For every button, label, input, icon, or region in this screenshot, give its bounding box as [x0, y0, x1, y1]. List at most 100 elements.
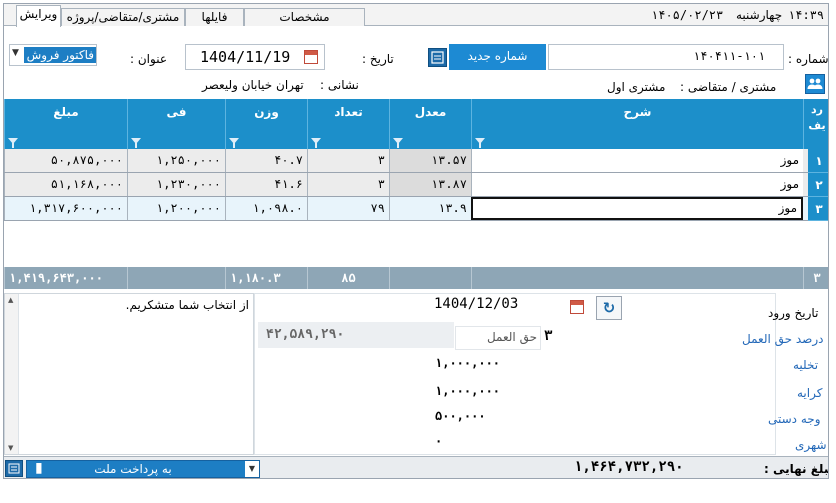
grid-totals-bar: ۱,۴۱۹,۶۴۳,۰۰۰ ۱,۱۸۰.۳ ۸۵ ۳	[4, 267, 828, 289]
col-header-tedad[interactable]: تعداد	[307, 99, 389, 149]
filter-icon[interactable]	[475, 138, 485, 148]
cell-sharh[interactable]: موز	[471, 173, 803, 196]
municipal-label: شهری	[795, 438, 827, 452]
cell-mablagh[interactable]: ۵۱,۱۶۸,۰۰۰	[4, 173, 127, 196]
footer-bar: مبلغ نهایی : ۱,۴۶۴,۷۳۲,۲۹۰ ▮ به پرداخت م…	[4, 456, 829, 478]
cell-moadel[interactable]: ۱۳.۹	[389, 197, 471, 220]
unloading-value[interactable]: ۱,۰۰۰,۰۰۰	[435, 356, 500, 370]
table-row[interactable]: ۵۰,۸۷۵,۰۰۰ ۱,۲۵۰,۰۰۰ ۴۰.۷ ۳ ۱۳.۵۷ موز ۱	[4, 149, 828, 173]
filter-icon[interactable]	[8, 138, 18, 148]
cell-vazn[interactable]: ۱,۰۹۸.۰	[225, 197, 307, 220]
row-number: ۱	[808, 149, 828, 173]
rent-label: کرایه	[797, 386, 823, 400]
details-panel	[254, 293, 776, 455]
entry-date-label: تاریخ ورود	[768, 306, 819, 320]
col-header-moadel[interactable]: معدل	[389, 99, 471, 149]
entry-date-value[interactable]: 1404/12/03	[434, 296, 518, 312]
current-date: ۱۴۰۵/۰۲/۲۳	[651, 8, 724, 22]
col-header-fi[interactable]: فی	[127, 99, 225, 149]
commission-percent-label: درصد حق العمل	[742, 332, 824, 346]
col-header-sharh[interactable]: شرح	[471, 99, 803, 149]
cell-vazn[interactable]: ۴۱.۶	[225, 173, 307, 196]
date-label: تاریخ :	[362, 52, 394, 66]
number-field[interactable]: ۱۴۰۴۱۱-۱۰۱	[548, 44, 784, 70]
total-tedad: ۸۵	[307, 267, 389, 289]
cell-tedad[interactable]: ۳	[307, 173, 389, 196]
scroll-up-icon[interactable]: ▲	[8, 296, 13, 304]
number-value: ۱۴۰۴۱۱-۱۰۱	[693, 49, 766, 63]
final-amount-label: مبلغ نهایی :	[764, 462, 829, 476]
notes-scrollbar[interactable]: ▲ ▼	[5, 294, 19, 454]
address-label: نشانی :	[320, 78, 359, 92]
cell-tedad[interactable]: ۳	[307, 149, 389, 172]
municipal-value[interactable]: ۰	[435, 434, 442, 448]
customers-icon[interactable]	[805, 74, 825, 94]
cell-vazn[interactable]: ۴۰.۷	[225, 149, 307, 172]
tab-specs[interactable]: مشخصات	[244, 8, 365, 26]
filter-icon[interactable]	[311, 138, 321, 148]
tab-bar: ویرایش مشتری/متقاضی/پروژه فایلها مشخصات …	[4, 4, 828, 27]
payment-method-select[interactable]: ▮ به پرداخت ملت ▼	[26, 460, 260, 478]
filter-icon[interactable]	[131, 138, 141, 148]
chevron-down-icon[interactable]: ▼	[245, 461, 259, 477]
chevron-down-icon: ▼	[12, 48, 19, 58]
rent-value[interactable]: ۱,۰۰۰,۰۰۰	[435, 384, 500, 398]
customer-label: مشتری / متقاضی :	[680, 80, 777, 94]
refresh-icon[interactable]: ↻	[596, 296, 622, 320]
notes-textarea[interactable]: ▲ ▼ از انتخاب شما متشکریم.	[4, 293, 254, 455]
invoice-window: ویرایش مشتری/متقاضی/پروژه فایلها مشخصات …	[3, 3, 829, 479]
customer-value[interactable]: مشتری اول	[607, 78, 665, 96]
title-value: فاکتور فروش	[24, 47, 96, 63]
total-moadel-empty	[389, 267, 471, 289]
total-vazn: ۱,۱۸۰.۳	[225, 267, 307, 289]
total-fi-empty	[127, 267, 225, 289]
date-value: 1404/11/19	[200, 48, 291, 66]
current-time: ۱۴:۳۹	[788, 8, 825, 22]
row-number: ۲	[808, 173, 828, 197]
title-label: عنوان :	[130, 52, 167, 66]
address-value: تهران خیابان ولیعصر	[202, 78, 304, 92]
cell-mablagh[interactable]: ۱,۳۱۷,۶۰۰,۰۰۰	[4, 197, 127, 220]
title-select[interactable]: فاکتور فروش ▼	[9, 44, 97, 66]
cell-moadel[interactable]: ۱۳.۵۷	[389, 149, 471, 172]
commission-percent-value[interactable]: ۳	[544, 328, 552, 344]
number-label: شماره :	[788, 52, 829, 66]
cell-fi[interactable]: ۱,۲۰۰,۰۰۰	[127, 197, 225, 220]
cell-fi[interactable]: ۱,۲۳۰,۰۰۰	[127, 173, 225, 196]
row-number: ۳	[808, 197, 828, 221]
col-header-radif[interactable]: رد یف	[803, 99, 828, 149]
table-row[interactable]: ۵۱,۱۶۸,۰۰۰ ۱,۲۳۰,۰۰۰ ۴۱.۶ ۳ ۱۳.۸۷ موز ۲	[4, 173, 828, 197]
total-mablagh: ۱,۴۱۹,۶۴۳,۰۰۰	[4, 267, 127, 289]
final-amount-value: ۱,۴۶۴,۷۳۲,۲۹۰	[574, 459, 684, 475]
commission-field[interactable]: حق العمل	[455, 326, 541, 350]
hand-fee-label: وجه دستی	[768, 412, 821, 426]
col-header-mablagh[interactable]: مبلغ	[4, 99, 127, 149]
commission-label: حق العمل	[486, 330, 537, 344]
calendar-icon[interactable]	[570, 300, 584, 314]
cell-tedad[interactable]: ۷۹	[307, 197, 389, 220]
cell-fi[interactable]: ۱,۲۵۰,۰۰۰	[127, 149, 225, 172]
table-row-selected[interactable]: ۱,۳۱۷,۶۰۰,۰۰۰ ۱,۲۰۰,۰۰۰ ۱,۰۹۸.۰ ۷۹ ۱۳.۹ …	[4, 197, 828, 221]
cell-moadel[interactable]: ۱۳.۸۷	[389, 173, 471, 196]
col-header-vazn[interactable]: وزن	[225, 99, 307, 149]
unloading-label: تخلیه	[793, 358, 819, 372]
new-number-button[interactable]: شماره جدید	[449, 44, 546, 70]
list-icon[interactable]	[5, 460, 23, 477]
numbering-settings-icon[interactable]	[428, 48, 447, 67]
cell-mablagh[interactable]: ۵۰,۸۷۵,۰۰۰	[4, 149, 127, 172]
total-sharh-empty	[471, 267, 803, 289]
tab-edit[interactable]: ویرایش	[16, 5, 61, 27]
current-weekday: چهارشنبه	[736, 8, 783, 22]
cell-sharh-editing[interactable]: موز	[471, 197, 803, 220]
scroll-down-icon[interactable]: ▼	[8, 444, 13, 452]
hand-fee-value[interactable]: ۵۰۰,۰۰۰	[435, 409, 486, 423]
payment-method-value: به پرداخت ملت	[94, 462, 172, 476]
calendar-icon[interactable]	[304, 50, 318, 64]
commission-amount: ۴۲,۵۸۹,۲۹۰	[266, 327, 345, 342]
total-count: ۳	[803, 267, 828, 289]
tab-files[interactable]: فایلها	[185, 8, 244, 26]
filter-icon[interactable]	[393, 138, 403, 148]
cell-sharh[interactable]: موز	[471, 149, 803, 172]
tab-customer-project[interactable]: مشتری/متقاضی/پروژه	[61, 8, 185, 26]
filter-icon[interactable]	[229, 138, 239, 148]
